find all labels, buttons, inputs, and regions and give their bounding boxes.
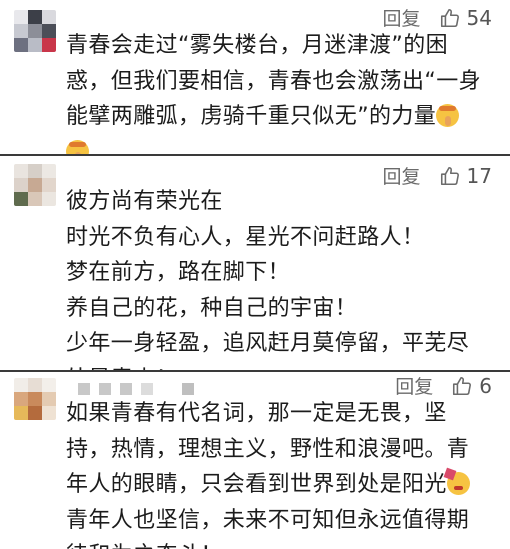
comment-line: 彼方尚有荣光在 bbox=[66, 189, 223, 214]
comment-card: 回复 6 如果青春有代名词，那一定是无畏，坚 持，热情，理想主义，野性和浪漫吧。… bbox=[0, 372, 510, 549]
comment-line: 梦在前方，路在脚下！ bbox=[66, 260, 291, 285]
comment-line: 青年人也坚信，未来不可知但永远值得期 bbox=[66, 507, 470, 533]
blur-block bbox=[182, 383, 195, 395]
comment-actions: 回复 6 bbox=[395, 372, 492, 399]
blur-block bbox=[120, 383, 133, 395]
username-blurred bbox=[78, 380, 198, 395]
comment-line: 惑，但我们要相信，青春也会激荡出“一身 bbox=[66, 68, 481, 94]
like-count: 6 bbox=[479, 373, 492, 398]
blur-block bbox=[141, 383, 154, 395]
hushed-face-emoji bbox=[436, 104, 460, 127]
comment-line: 能擘两雕弧，虏骑千重只似无”的力量 bbox=[66, 99, 481, 135]
avatar[interactable] bbox=[14, 164, 56, 206]
comment-line: 待和为之奋斗！ bbox=[66, 538, 470, 549]
comment-line: 持，热情，理想主义，野性和浪漫吧。青 bbox=[66, 436, 470, 462]
comment-text: 彼方尚有荣光在 时光不负有心人，星光不问赶路人！ 梦在前方，路在脚下！ 养自己的… bbox=[66, 184, 469, 397]
like-count: 17 bbox=[466, 163, 492, 188]
blur-block bbox=[78, 383, 90, 395]
comment-line: 少年一身轻盈，追风赶月莫停留，平芜尽 bbox=[66, 331, 470, 356]
reply-button[interactable]: 回复 bbox=[383, 4, 421, 31]
comment-line: 年人的眼睛，只会看到世界到处是阳光 bbox=[66, 467, 470, 503]
avatar[interactable] bbox=[14, 378, 56, 420]
blur-block bbox=[99, 383, 112, 395]
comment-line-text: 年人的眼睛，只会看到世界到处是阳光 bbox=[66, 472, 447, 497]
comment-feed: 回复 54 青春会走过“雾失楼台，月迷津渡”的困 惑，但我们要相信，青春也会激荡… bbox=[0, 0, 510, 549]
reply-button[interactable]: 回复 bbox=[395, 372, 433, 399]
like-button[interactable]: 54 bbox=[439, 6, 492, 30]
comment-card: 回复 17 彼方尚有荣光在 时光不负有心人，星光不问赶路人！ 梦在前方，路在脚下… bbox=[0, 156, 510, 392]
comment-line: 如果青春有代名词，那一定是无畏，坚 bbox=[66, 401, 447, 426]
thumbs-up-icon bbox=[453, 376, 472, 395]
partying-face-emoji bbox=[446, 472, 470, 495]
like-count: 54 bbox=[466, 5, 492, 30]
comment-line: 养自己的花，种自己的宇宙！ bbox=[66, 295, 358, 321]
comment-line: 时光不负有心人，星光不问赶路人！ bbox=[66, 224, 425, 250]
comment-actions: 回复 54 bbox=[383, 4, 492, 31]
comment-text: 青春会走过“雾失楼台，月迷津渡”的困 惑，但我们要相信，青春也会激荡出“一身 能… bbox=[66, 28, 481, 170]
comment-line: 青春会走过“雾失楼台，月迷津渡”的困 bbox=[66, 33, 448, 58]
avatar[interactable] bbox=[14, 10, 56, 52]
comment-line-text: 能擘两雕弧，虏骑千重只似无”的力量 bbox=[66, 104, 437, 129]
comment-text: 如果青春有代名词，那一定是无畏，坚 持，热情，理想主义，野性和浪漫吧。青 年人的… bbox=[66, 396, 470, 549]
comment-card: 回复 54 青春会走过“雾失楼台，月迷津渡”的困 惑，但我们要相信，青春也会激荡… bbox=[0, 0, 510, 163]
thumbs-up-icon bbox=[440, 8, 459, 27]
like-button[interactable]: 6 bbox=[451, 374, 492, 398]
